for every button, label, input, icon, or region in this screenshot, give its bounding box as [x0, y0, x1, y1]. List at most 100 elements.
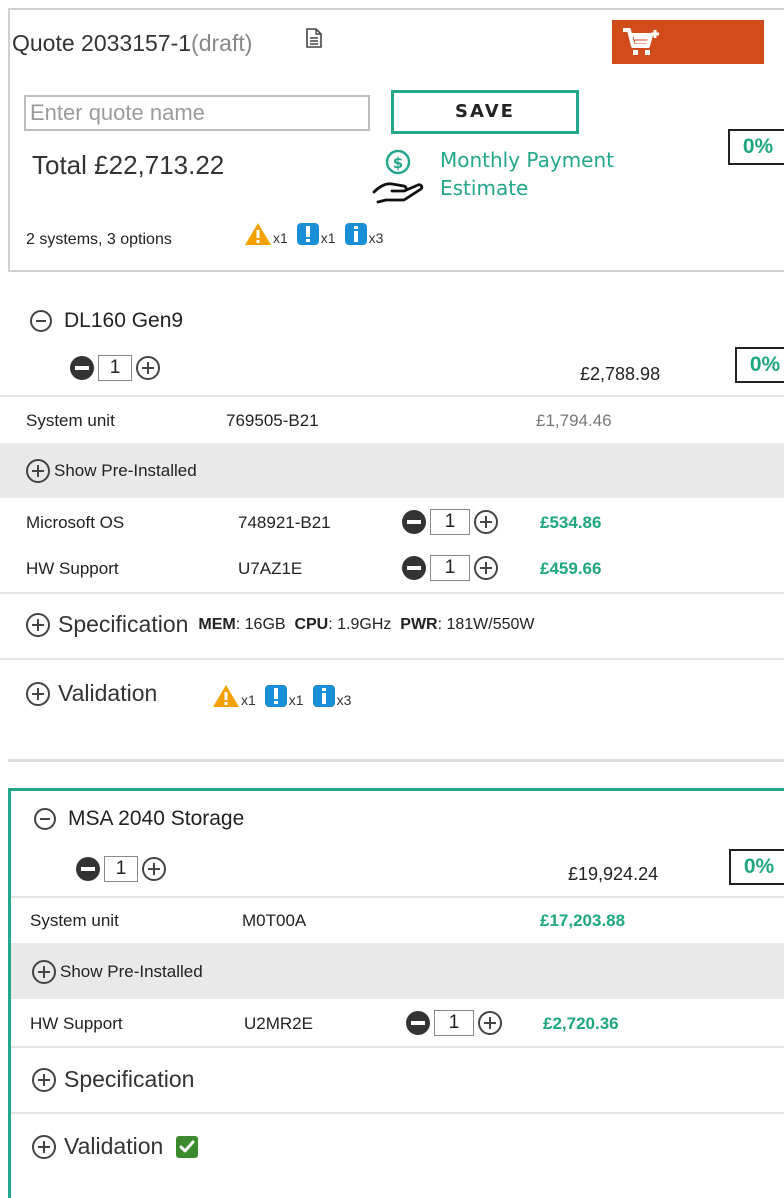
quote-status: (draft)	[191, 30, 253, 56]
increment-icon[interactable]	[474, 510, 498, 534]
option-sku: 748921-B21	[238, 513, 331, 532]
error-alert[interactable]: x1	[296, 222, 336, 246]
spec-values: MEM: 16GB CPU: 1.9GHz PWR: 181W/550W	[198, 616, 534, 634]
decrement-icon[interactable]	[406, 1011, 430, 1035]
monthly-payment-link[interactable]: Monthly Payment Estimate	[440, 146, 614, 202]
system-name: DL160 Gen9	[64, 309, 184, 332]
quote-name-input[interactable]	[24, 95, 370, 131]
spec-value: : 1.9GHz	[328, 615, 392, 633]
section-divider	[8, 759, 784, 762]
option-qty-stepper[interactable]: 1	[406, 1010, 502, 1036]
validation-alerts[interactable]: x1 x1 x3	[212, 684, 359, 708]
quote-total: Total £22,713.22	[32, 150, 225, 180]
expand-icon[interactable]	[32, 1134, 56, 1159]
increment-icon[interactable]	[142, 857, 166, 881]
option-qty[interactable]: 1	[434, 1010, 474, 1036]
option-qty-stepper[interactable]: 1	[402, 509, 498, 535]
system-discount-badge[interactable]: 0%	[735, 347, 784, 383]
system-price: £19,924.24	[568, 864, 659, 884]
warning-alert[interactable]: x1	[244, 222, 288, 246]
show-preinstalled-toggle[interactable]: Show Pre-Installed	[26, 459, 197, 483]
decrement-icon[interactable]	[402, 510, 426, 534]
monthly-payment-line2: Estimate	[440, 176, 529, 200]
expand-icon[interactable]	[26, 459, 50, 483]
quote-summary: 2 systems, 3 options	[26, 231, 172, 248]
expand-icon[interactable]	[32, 1067, 56, 1092]
monthly-payment-line1: Monthly Payment	[440, 148, 614, 172]
validation-label: Validation	[64, 1133, 164, 1159]
divider	[11, 1112, 784, 1114]
info-count: x3	[368, 230, 384, 246]
document-icon[interactable]	[306, 28, 322, 53]
info-alert[interactable]: x3	[344, 222, 384, 246]
system-unit-label: System unit	[26, 411, 115, 430]
specification-toggle[interactable]: Specification	[32, 1066, 194, 1093]
option-price: £534.86	[540, 513, 602, 532]
collapse-icon[interactable]	[30, 310, 52, 332]
increment-icon[interactable]	[136, 356, 160, 380]
system-header[interactable]: MSA 2040 Storage	[34, 807, 244, 831]
validation-label: Validation	[58, 680, 158, 706]
quote-number: Quote 2033157-1	[12, 30, 192, 56]
system-header[interactable]: DL160 Gen9	[30, 309, 183, 333]
increment-icon[interactable]	[478, 1011, 502, 1035]
specification-toggle[interactable]: Specification	[26, 611, 188, 638]
show-preinstalled-label: Show Pre-Installed	[60, 962, 203, 981]
exclamation-icon	[264, 685, 287, 707]
info-icon	[344, 223, 367, 245]
system-unit-sku: M0T00A	[242, 911, 307, 930]
specification-label: Specification	[64, 1066, 195, 1092]
system-name: MSA 2040 Storage	[68, 807, 245, 830]
info-icon	[312, 685, 335, 707]
checkmark-icon	[176, 1135, 199, 1158]
increment-icon[interactable]	[474, 556, 498, 580]
option-price: £2,720.36	[543, 1014, 619, 1033]
validation-toggle[interactable]: Validation	[32, 1133, 199, 1160]
specification-row[interactable]: Specification MEM: 16GB CPU: 1.9GHz PWR:…	[26, 611, 535, 638]
spec-key: PWR	[400, 615, 438, 633]
cart-plus-icon	[623, 28, 659, 55]
warning-alert[interactable]: x1	[212, 684, 256, 708]
expand-icon[interactable]	[32, 960, 56, 984]
option-label: Microsoft OS	[26, 513, 125, 532]
save-button[interactable]: SAVE	[391, 90, 579, 134]
divider	[11, 896, 784, 898]
warning-count: x1	[273, 230, 288, 246]
system-qty-stepper[interactable]: 1	[70, 355, 160, 381]
spec-value: : 181W/550W	[437, 615, 535, 633]
info-alert[interactable]: x3	[312, 684, 351, 708]
hand-coin-icon[interactable]: $	[370, 148, 428, 209]
add-to-cart-button[interactable]	[612, 20, 764, 64]
system-unit-label: System unit	[30, 911, 119, 930]
validation-toggle[interactable]: Validation	[26, 680, 157, 707]
system-discount-badge[interactable]: 0%	[729, 849, 784, 885]
expand-icon[interactable]	[26, 681, 50, 706]
show-preinstalled-toggle[interactable]: Show Pre-Installed	[32, 960, 203, 984]
error-count: x1	[320, 230, 336, 246]
quote-alerts[interactable]: x1 x1 x3	[244, 222, 391, 246]
system-qty[interactable]: 1	[98, 355, 132, 381]
decrement-icon[interactable]	[70, 356, 94, 380]
decrement-icon[interactable]	[76, 857, 100, 881]
quote-discount-badge[interactable]: 0%	[728, 129, 784, 165]
option-price: £459.66	[540, 559, 602, 578]
spec-value: : 16GB	[235, 615, 286, 633]
decrement-icon[interactable]	[402, 556, 426, 580]
expand-icon[interactable]	[26, 612, 50, 637]
collapse-icon[interactable]	[34, 808, 56, 830]
system-qty[interactable]: 1	[104, 856, 138, 882]
system-price: £2,788.98	[580, 364, 661, 384]
option-qty-stepper[interactable]: 1	[402, 555, 498, 581]
warning-count: x1	[241, 692, 256, 708]
error-alert[interactable]: x1	[264, 684, 304, 708]
option-qty[interactable]: 1	[430, 555, 470, 581]
option-qty[interactable]: 1	[430, 509, 470, 535]
system-unit-price: £1,794.46	[536, 411, 612, 430]
divider	[0, 658, 784, 660]
divider	[11, 1046, 784, 1048]
spec-key: CPU	[294, 615, 329, 633]
system-qty-stepper[interactable]: 1	[76, 856, 166, 882]
divider	[0, 395, 784, 397]
option-sku: U2MR2E	[244, 1014, 313, 1033]
error-count: x1	[288, 692, 304, 708]
